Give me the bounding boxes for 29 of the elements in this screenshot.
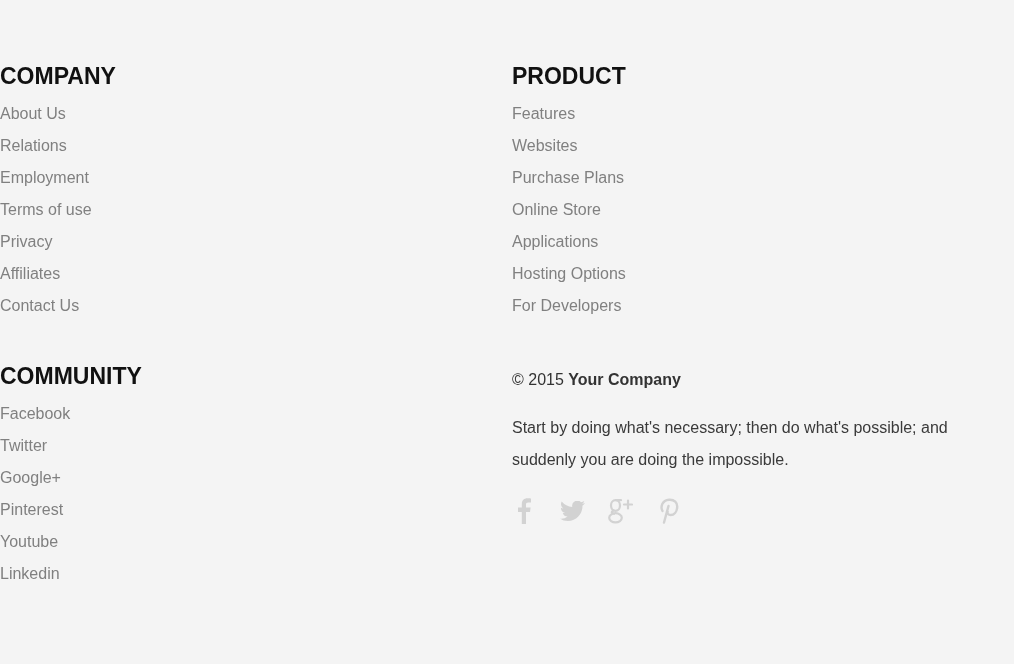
footer-link[interactable]: For Developers xyxy=(512,290,622,322)
section-heading: COMMUNITY xyxy=(0,362,142,391)
footer-link[interactable]: Online Store xyxy=(512,194,601,226)
footer-link[interactable]: Applications xyxy=(512,226,599,258)
quote-text: Start by doing what's necessary; then do what's possible; and suddenly you are doing the impossible. xyxy=(512,418,949,470)
footer-link[interactable]: Linkedin xyxy=(0,558,60,590)
section-heading: COMPANY xyxy=(0,62,116,91)
footer-link[interactable]: Twitter xyxy=(0,430,48,462)
twitter-icon[interactable] xyxy=(559,501,585,521)
footer-link[interactable]: Features xyxy=(512,98,576,130)
facebook-icon[interactable] xyxy=(517,498,531,524)
footer-link[interactable]: About Us xyxy=(0,98,66,130)
footer-link[interactable]: Terms of use xyxy=(0,194,92,226)
footer-link[interactable]: Relations xyxy=(0,130,67,162)
footer-link[interactable]: Hosting Options xyxy=(512,258,626,290)
footer-link[interactable]: Affiliates xyxy=(0,258,61,290)
copyright-text: © 2015 Your Company xyxy=(512,370,681,390)
footer-link[interactable]: Google+ xyxy=(0,462,61,494)
footer-link[interactable]: Facebook xyxy=(0,398,71,430)
footer-link[interactable]: Privacy xyxy=(0,226,53,258)
google-plus-icon[interactable] xyxy=(607,498,633,524)
footer-link[interactable]: Pinterest xyxy=(0,494,64,526)
footer-link[interactable]: Websites xyxy=(512,130,578,162)
section-heading: PRODUCT xyxy=(512,62,626,91)
footer-link[interactable]: Employment xyxy=(0,162,89,194)
footer-link[interactable]: Contact Us xyxy=(0,290,80,322)
footer-link[interactable]: Purchase Plans xyxy=(512,162,625,194)
footer-link[interactable]: Youtube xyxy=(0,526,59,558)
pinterest-icon[interactable] xyxy=(657,498,679,524)
